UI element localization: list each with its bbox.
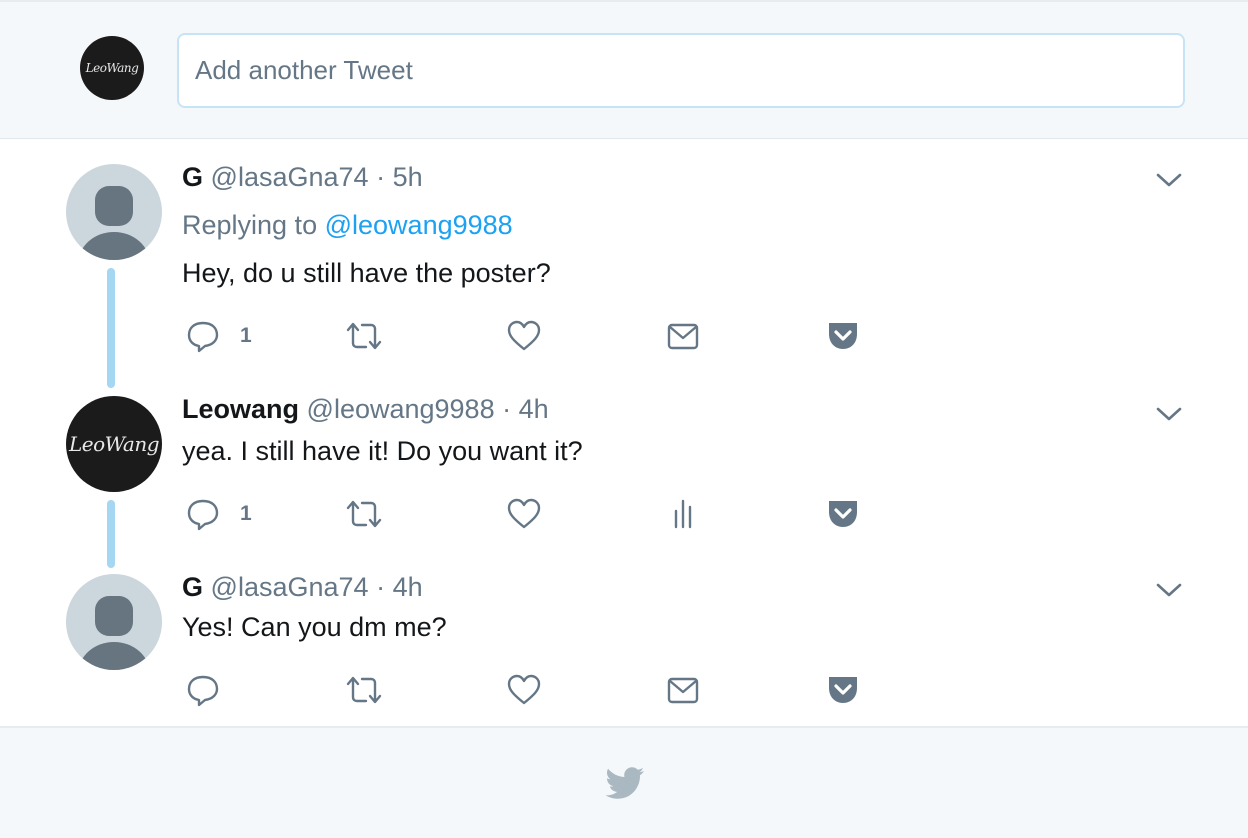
like-button[interactable] [506, 494, 542, 534]
tweet-header: G @lasaGna74 · 5h [182, 162, 423, 193]
user-handle[interactable]: @lasaGna74 [211, 572, 369, 602]
reply-button[interactable]: 1 [186, 316, 252, 356]
analytics-button[interactable] [666, 494, 700, 534]
chevron-down-icon[interactable] [1154, 580, 1184, 600]
replying-prefix: Replying to [182, 210, 318, 240]
avatar[interactable] [66, 574, 162, 670]
retweet-icon [346, 322, 382, 350]
avatar-logo-text: LeoWang [68, 432, 160, 456]
reply-button[interactable]: 1 [186, 494, 252, 534]
timestamp[interactable]: 5h [393, 162, 423, 192]
default-profile-icon [78, 186, 150, 260]
tweet: G @lasaGna74 · 5h Replying to @leowang99… [0, 140, 1248, 390]
separator: · [376, 162, 386, 192]
pocket-icon [829, 677, 857, 703]
retweet-icon [346, 676, 382, 704]
like-button[interactable] [506, 316, 542, 356]
reply-button[interactable] [186, 670, 240, 710]
timestamp[interactable]: 4h [393, 572, 423, 602]
timestamp[interactable]: 4h [519, 394, 549, 424]
heart-icon [507, 498, 541, 529]
display-name[interactable]: G [182, 162, 203, 192]
tweet-text: Yes! Can you dm me? [182, 612, 447, 642]
mention-link[interactable]: @leowang9988 [325, 210, 513, 240]
pocket-icon [829, 323, 857, 349]
dm-button[interactable] [666, 670, 700, 710]
retweet-button[interactable] [344, 316, 384, 356]
avatar[interactable]: LeoWang [80, 36, 144, 100]
pocket-button[interactable] [826, 494, 860, 534]
reply-count: 1 [240, 502, 252, 525]
compose-area: LeoWang [0, 0, 1248, 139]
tweet: G @lasaGna74 · 4h Yes! Can you dm me? [0, 566, 1248, 726]
heart-icon [507, 320, 541, 351]
default-profile-icon [78, 596, 150, 670]
separator: · [376, 572, 386, 602]
user-handle[interactable]: @leowang9988 [307, 394, 495, 424]
tweet-actions: 1 [186, 316, 886, 356]
avatar[interactable] [66, 164, 162, 260]
tweet-header: Leowang @leowang9988 · 4h [182, 394, 549, 425]
twitter-bird-icon [606, 767, 644, 799]
pocket-icon [829, 501, 857, 527]
mail-icon [667, 323, 699, 350]
reply-icon [187, 675, 219, 707]
separator: · [502, 394, 512, 424]
avatar[interactable]: LeoWang [66, 396, 162, 492]
retweet-button[interactable] [344, 494, 384, 534]
chevron-down-icon[interactable] [1154, 170, 1184, 190]
like-button[interactable] [506, 670, 542, 710]
analytics-icon [674, 499, 692, 529]
reply-count: 1 [240, 324, 252, 347]
heart-icon [507, 674, 541, 705]
dm-button[interactable] [666, 316, 700, 356]
retweet-button[interactable] [344, 670, 384, 710]
chevron-down-icon[interactable] [1154, 404, 1184, 424]
reply-icon [187, 321, 219, 353]
add-tweet-input[interactable] [177, 33, 1185, 108]
pocket-button[interactable] [826, 316, 860, 356]
tweet: LeoWang Leowang @leowang9988 · 4h yea. I… [0, 390, 1248, 568]
footer [0, 726, 1248, 838]
reply-icon [187, 499, 219, 531]
pocket-button[interactable] [826, 670, 860, 710]
tweet-text: yea. I still have it! Do you want it? [182, 436, 583, 466]
display-name[interactable]: Leowang [182, 394, 299, 424]
tweet-header: G @lasaGna74 · 4h [182, 572, 423, 603]
tweet-text: Hey, do u still have the poster? [182, 258, 551, 288]
tweet-actions: 1 [186, 494, 886, 534]
replying-to: Replying to @leowang9988 [182, 210, 513, 241]
mail-icon [667, 677, 699, 704]
avatar-logo-text: LeoWang [85, 61, 139, 75]
retweet-icon [346, 500, 382, 528]
thread-line [107, 500, 115, 568]
tweet-actions [186, 670, 886, 710]
user-handle[interactable]: @lasaGna74 [211, 162, 369, 192]
thread-line [107, 268, 115, 388]
display-name[interactable]: G [182, 572, 203, 602]
